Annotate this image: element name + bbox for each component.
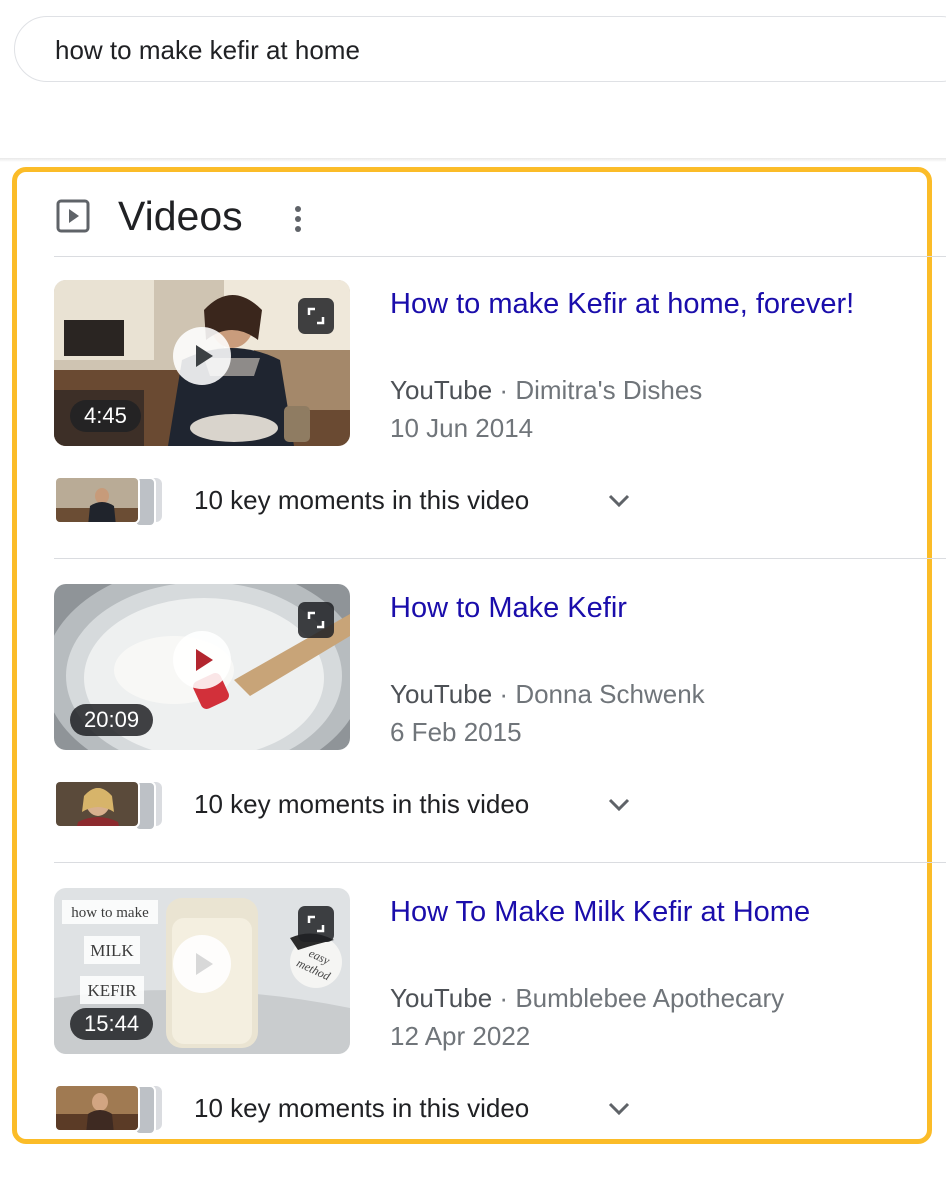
video-date: 6 Feb 2015 (390, 717, 522, 747)
expand-icon[interactable] (298, 298, 334, 334)
key-moment-card-front (54, 476, 140, 524)
key-moments-toggle[interactable]: 10 key moments in this video (54, 780, 654, 831)
key-moment-card-front (54, 1084, 140, 1132)
key-moments-toggle[interactable]: 10 key moments in this video (54, 476, 654, 527)
video-date: 12 Apr 2022 (390, 1021, 531, 1051)
search-input[interactable]: how to make kefir at home (14, 16, 946, 82)
meta-separator: · (499, 375, 509, 405)
key-moments-label: 10 key moments in this video (194, 1093, 530, 1123)
chevron-down-icon[interactable] (606, 1096, 632, 1122)
key-moments-thumbnails (54, 476, 164, 527)
thumbnail-text-how-to-make: how to make (71, 905, 149, 921)
meta-separator: · (499, 679, 509, 709)
video-source: YouTube (390, 679, 493, 709)
expand-icon[interactable] (298, 906, 334, 942)
search-query-text: how to make kefir at home (55, 35, 360, 65)
more-vert-icon[interactable] (288, 204, 308, 234)
key-moments-toggle[interactable]: 10 key moments in this video (54, 1084, 654, 1135)
header-divider (0, 158, 946, 162)
video-thumbnail[interactable]: 20:09 (54, 584, 350, 750)
video-title-link[interactable]: How to Make Kefir (390, 588, 627, 628)
video-result: 4:45 How to make Kefir at home, forever!… (54, 280, 946, 584)
expand-icon[interactable] (298, 602, 334, 638)
video-source-line: YouTube · Dimitra's Dishes (390, 372, 702, 408)
video-duration: 4:45 (70, 400, 141, 432)
thumbnail-text-kefir: KEFIR (87, 981, 137, 1000)
meta-separator: · (499, 983, 509, 1013)
video-thumbnail[interactable]: 4:45 (54, 280, 350, 446)
chevron-down-icon[interactable] (606, 792, 632, 818)
key-moments-thumbnails (54, 780, 164, 831)
video-duration: 20:09 (70, 704, 154, 736)
play-icon[interactable] (173, 327, 231, 385)
key-moments-thumbnails (54, 1084, 164, 1135)
video-source: YouTube (390, 983, 493, 1013)
key-moments-label: 10 key moments in this video (194, 789, 530, 819)
key-moments-label: 10 key moments in this video (194, 485, 530, 515)
video-channel: Dimitra's Dishes (515, 375, 703, 405)
videos-section-title: Videos (118, 193, 243, 239)
video-source-line: YouTube · Bumblebee Apothecary (390, 980, 784, 1016)
result-divider (54, 558, 946, 559)
search-header: how to make kefir at home (0, 0, 946, 160)
key-moment-card-front (54, 780, 140, 828)
video-result: 20:09 How to Make Kefir YouTube · Donna … (54, 584, 946, 888)
video-channel: Donna Schwenk (515, 679, 705, 709)
video-date: 10 Jun 2014 (390, 413, 534, 443)
play-box-icon (56, 199, 90, 233)
play-icon[interactable] (173, 935, 231, 993)
video-channel: Bumblebee Apothecary (515, 983, 785, 1013)
video-thumbnail[interactable]: how to make MILK KEFIR easy method 15:44 (54, 888, 350, 1054)
video-title-link[interactable]: How To Make Milk Kefir at Home (390, 892, 810, 932)
result-divider (54, 862, 946, 863)
play-icon[interactable] (173, 631, 231, 689)
video-source: YouTube (390, 375, 493, 405)
video-duration: 15:44 (70, 1008, 154, 1040)
thumbnail-text-milk: MILK (90, 941, 134, 960)
video-title-link[interactable]: How to make Kefir at home, forever! (390, 284, 854, 324)
video-result: how to make MILK KEFIR easy method 15:44… (54, 888, 946, 1192)
section-divider (54, 256, 946, 257)
video-source-line: YouTube · Donna Schwenk (390, 676, 705, 712)
chevron-down-icon[interactable] (606, 488, 632, 514)
